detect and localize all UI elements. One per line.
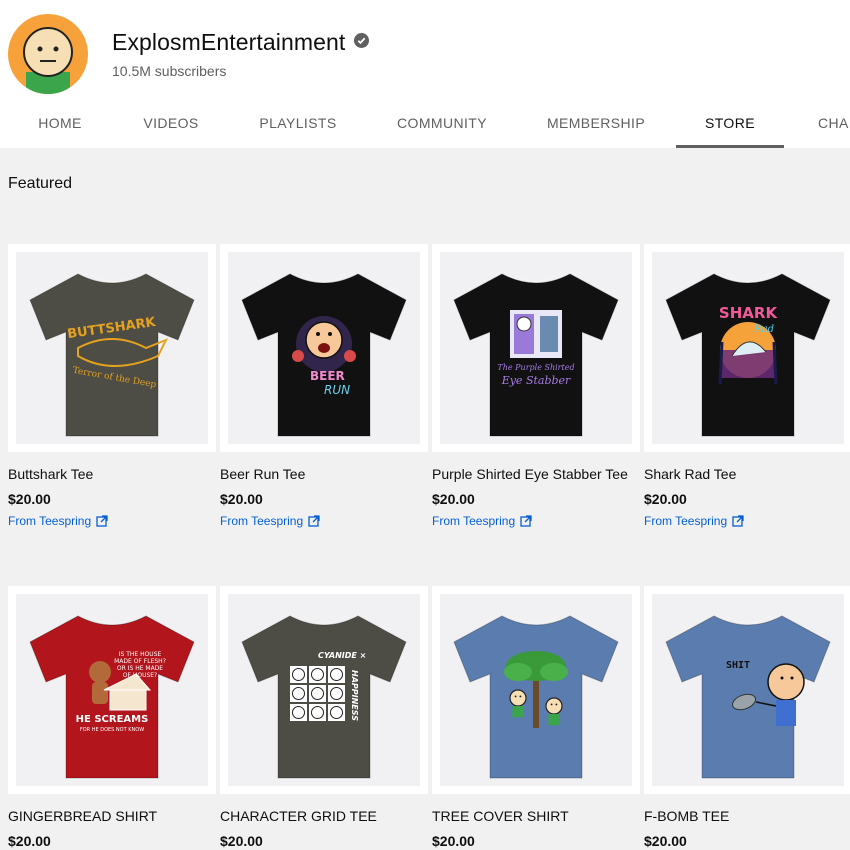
svg-text:Eye Stabber: Eye Stabber (501, 374, 571, 387)
product-thumbnail: BEER RUN (228, 252, 420, 444)
svg-text:MADE OF FLESH?: MADE OF FLESH? (114, 658, 166, 665)
product-image[interactable]: The Purple Shirted Eye Stabber (432, 244, 640, 452)
product-thumbnail: The Purple Shirted Eye Stabber (440, 252, 632, 444)
product-title[interactable]: F-BOMB TEE (644, 806, 850, 826)
svg-text:RUN: RUN (324, 383, 350, 397)
product-image[interactable] (432, 586, 640, 794)
product-price: $20.00 (220, 491, 263, 507)
product-title[interactable]: GINGERBREAD SHIRT (8, 806, 216, 826)
channel-name[interactable]: ExplosmEntertainment (112, 29, 345, 55)
svg-text:SHIT: SHIT (726, 660, 750, 671)
svg-text:Rad: Rad (753, 324, 774, 335)
product-card[interactable]: SHARK Rad Shark Rad Tee $20.00 From Tees… (644, 244, 850, 529)
product-image[interactable]: BUTTSHARK Terror of the Deep (8, 244, 216, 452)
product-card[interactable]: IS THE HOUSE MADE OF FLESH? OR IS HE MAD… (8, 586, 216, 850)
product-title[interactable]: TREE COVER SHIRT (432, 806, 640, 826)
product-thumbnail: CYANIDE × HAPPINESS (228, 594, 420, 786)
product-source-link[interactable]: From Teespring (8, 513, 216, 529)
product-source-link[interactable]: From Teespring (432, 513, 640, 529)
tab-playlists[interactable]: PLAYLISTS (240, 100, 356, 148)
svg-text:HE SCREAMS: HE SCREAMS (76, 714, 149, 725)
product-thumbnail: BUTTSHARK Terror of the Deep (16, 252, 208, 444)
svg-text:OF HOUSE?: OF HOUSE? (123, 672, 158, 679)
tab-cha[interactable]: CHA (800, 100, 850, 148)
product-price: $20.00 (220, 833, 263, 849)
product-title[interactable]: Beer Run Tee (220, 464, 428, 484)
product-source-link[interactable]: From Teespring (220, 513, 428, 529)
channel-tabs: HOME VIDEOS PLAYLISTS COMMUNITY MEMBERSHIP ST… (0, 100, 850, 148)
product-price: $20.00 (432, 833, 475, 849)
svg-text:OR IS HE MADE: OR IS HE MADE (117, 665, 163, 672)
external-link-icon (732, 515, 744, 527)
svg-text:BEER: BEER (310, 369, 345, 383)
product-price: $20.00 (644, 833, 687, 849)
tab-membership[interactable]: MEMBERSHIP (528, 100, 664, 148)
svg-text:IS THE HOUSE: IS THE HOUSE (119, 651, 162, 658)
product-title[interactable]: CHARACTER GRID TEE (220, 806, 428, 826)
product-card[interactable]: SHIT F-BOMB TEE $20.00 (644, 586, 850, 850)
product-image[interactable]: BEER RUN (220, 244, 428, 452)
channel-header: ExplosmEntertainment 10.5M subscribers H… (0, 0, 850, 148)
product-image[interactable]: SHARK Rad (644, 244, 850, 452)
product-price: $20.00 (8, 833, 51, 849)
tab-store[interactable]: STORE (676, 100, 784, 148)
product-source-label: From Teespring (220, 514, 304, 528)
tab-community[interactable]: COMMUNITY (372, 100, 512, 148)
svg-text:SHARK: SHARK (719, 304, 779, 322)
svg-text:FOR HE DOES NOT KNOW: FOR HE DOES NOT KNOW (80, 727, 144, 733)
product-source-label: From Teespring (432, 514, 516, 528)
product-title[interactable]: Buttshark Tee (8, 464, 216, 484)
product-image[interactable]: CYANIDE × HAPPINESS (220, 586, 428, 794)
channel-name-row: ExplosmEntertainment (112, 29, 370, 56)
svg-text:HAPPINESS: HAPPINESS (350, 670, 359, 721)
product-price: $20.00 (8, 491, 51, 507)
product-card[interactable]: BEER RUN Beer Run Tee $20.00 From Teespr… (220, 244, 428, 529)
product-source-label: From Teespring (8, 514, 92, 528)
subscriber-count: 10.5M subscribers (112, 63, 227, 79)
verified-badge-icon (354, 33, 370, 48)
product-title[interactable]: Purple Shirted Eye Stabber Tee (432, 464, 640, 484)
product-card[interactable]: The Purple Shirted Eye Stabber Purple Sh… (432, 244, 640, 529)
external-link-icon (520, 515, 532, 527)
external-link-icon (308, 515, 320, 527)
product-thumbnail: SHARK Rad (652, 252, 844, 444)
product-title[interactable]: Shark Rad Tee (644, 464, 850, 484)
product-thumbnail: IS THE HOUSE MADE OF FLESH? OR IS HE MAD… (16, 594, 208, 786)
product-image[interactable]: SHIT (644, 586, 850, 794)
product-thumbnail (440, 594, 632, 786)
tab-videos[interactable]: VIDEOS (125, 100, 217, 148)
product-price: $20.00 (644, 491, 687, 507)
svg-text:The Purple Shirted: The Purple Shirted (497, 363, 574, 372)
product-card[interactable]: TREE COVER SHIRT $20.00 (432, 586, 640, 850)
product-thumbnail: SHIT (652, 594, 844, 786)
tab-home[interactable]: HOME (8, 100, 112, 148)
product-price: $20.00 (432, 491, 475, 507)
channel-avatar[interactable] (8, 14, 88, 94)
product-card[interactable]: BUTTSHARK Terror of the Deep Buttshark T… (8, 244, 216, 529)
product-source-label: From Teespring (644, 514, 728, 528)
product-image[interactable]: IS THE HOUSE MADE OF FLESH? OR IS HE MAD… (8, 586, 216, 794)
svg-text:CYANIDE ×: CYANIDE × (318, 651, 366, 660)
product-card[interactable]: CYANIDE × HAPPINESS CHARACTER GRID TEE $… (220, 586, 428, 850)
product-source-link[interactable]: From Teespring (644, 513, 850, 529)
section-title: Featured (8, 175, 73, 192)
external-link-icon (96, 515, 108, 527)
